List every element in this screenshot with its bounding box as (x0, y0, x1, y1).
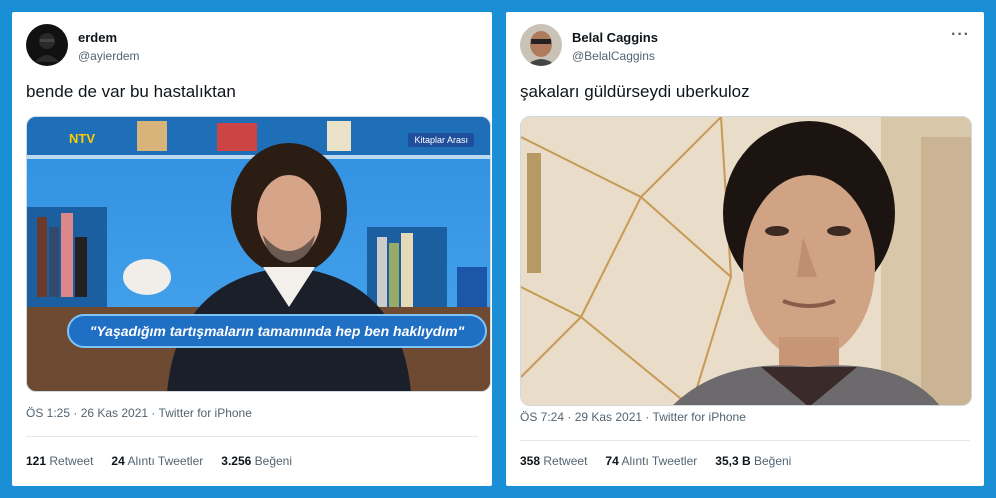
like-count[interactable]: 3.256 Beğeni (221, 454, 292, 468)
display-name[interactable]: erdem (78, 30, 117, 45)
avatar[interactable] (520, 24, 562, 66)
user-handle[interactable]: @BelalCaggins (572, 49, 655, 63)
tweet-text: bende de var bu hastalıktan (26, 82, 236, 101)
like-count[interactable]: 35,3 B Beğeni (715, 454, 791, 468)
quote-count[interactable]: 74 Alıntı Tweetler (605, 454, 697, 468)
tweet-stats: 121 Retweet 24 Alıntı Tweetler 3.256 Beğ… (26, 454, 292, 468)
user-handle[interactable]: @ayierdem (78, 49, 140, 63)
more-options-icon[interactable]: ··· (951, 26, 970, 44)
tv-caption: "Yaşadığım tartışmaların tamamında hep b… (67, 314, 487, 348)
retweet-count[interactable]: 358 Retweet (520, 454, 587, 468)
tweet-card-erdem[interactable]: erdem @ayierdem bende de var bu hastalık… (12, 12, 492, 486)
divider (26, 436, 478, 437)
tweet-meta[interactable]: ÖS 7:24 · 29 Kas 2021 · Twitter for iPho… (520, 410, 746, 424)
tweet-text: şakaları güldürseydi uberkuloz (520, 82, 750, 101)
retweet-count[interactable]: 121 Retweet (26, 454, 93, 468)
display-name[interactable]: Belal Caggins (572, 30, 658, 45)
avatar[interactable] (26, 24, 68, 66)
tweet-media-photo[interactable] (520, 116, 972, 406)
tweet-meta[interactable]: ÖS 1:25 · 26 Kas 2021 · Twitter for iPho… (26, 406, 252, 420)
divider (520, 440, 970, 441)
tweet-stats: 358 Retweet 74 Alıntı Tweetler 35,3 B Be… (520, 454, 791, 468)
quote-count[interactable]: 24 Alıntı Tweetler (111, 454, 203, 468)
tweet-media-tv-screenshot[interactable]: NTV Kitaplar Arası "Yaşadığım tartışmala… (26, 116, 491, 392)
program-tag: Kitaplar Arası (408, 133, 474, 147)
channel-logo: NTV (69, 131, 95, 146)
tweet-card-belal-caggins[interactable]: Belal Caggins @BelalCaggins ··· şakaları… (506, 12, 984, 486)
